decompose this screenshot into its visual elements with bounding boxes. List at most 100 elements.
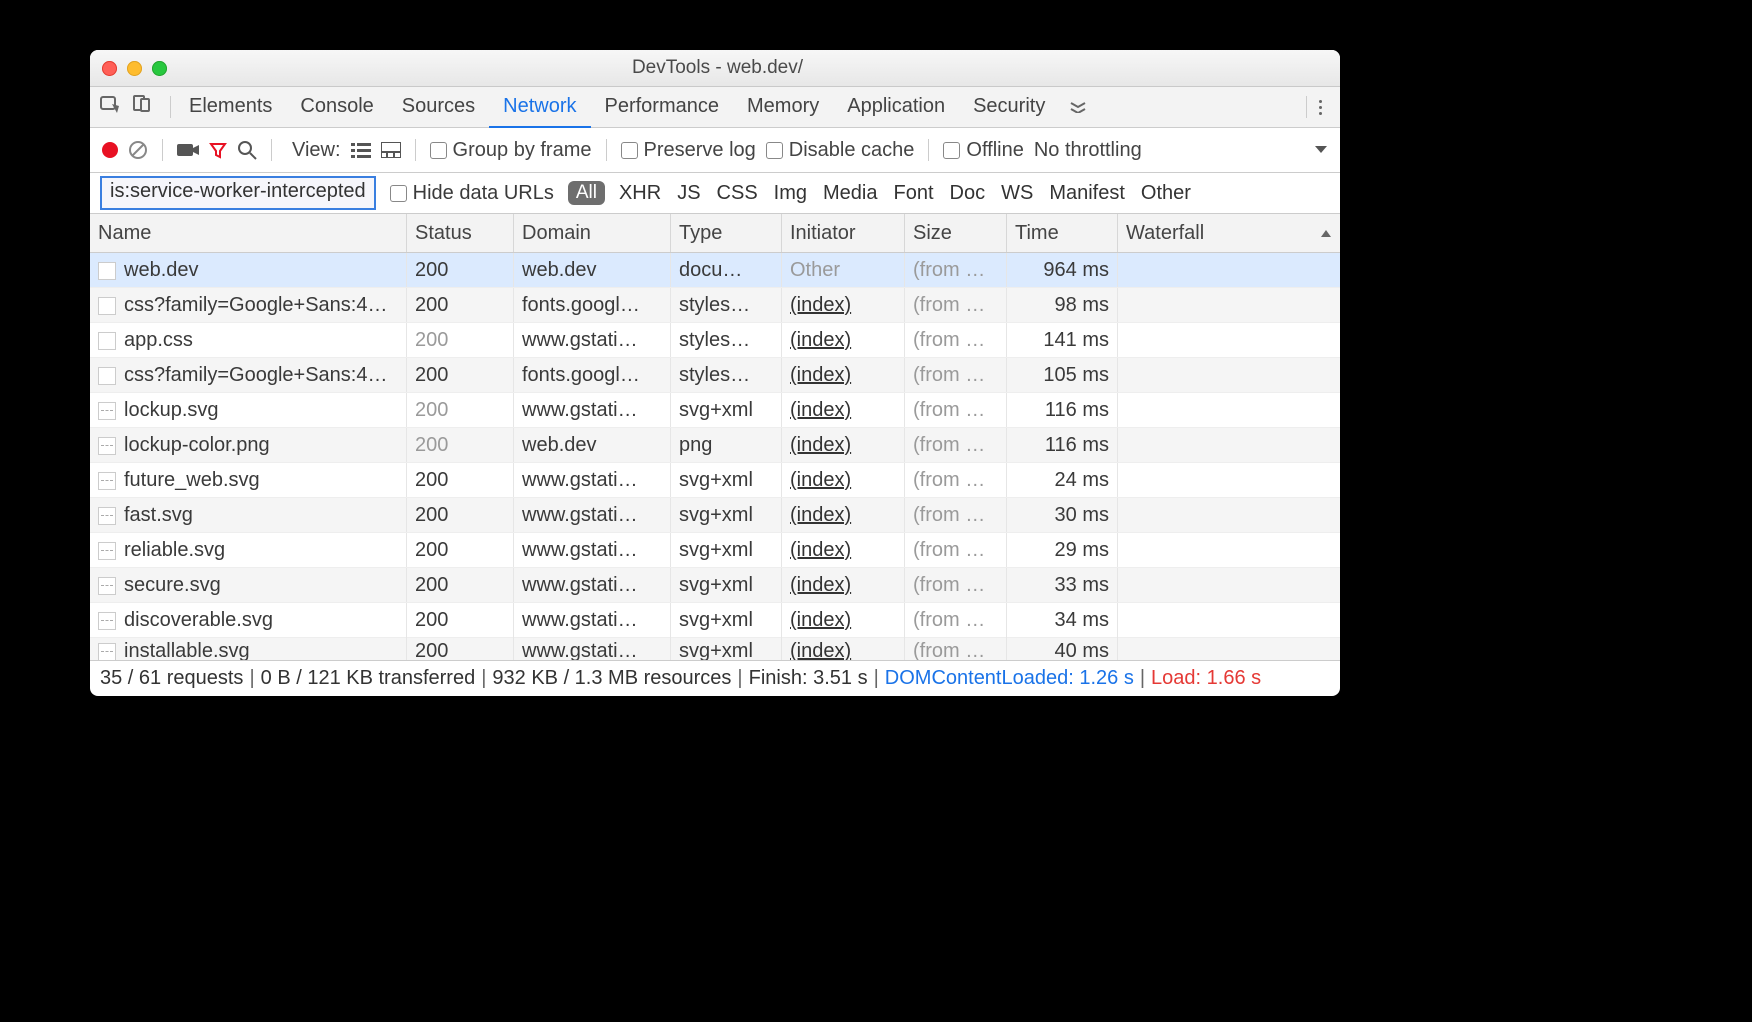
cell-name: future_web.svg bbox=[90, 463, 407, 497]
cell-size: (from … bbox=[905, 568, 1007, 602]
filter-type-all[interactable]: All bbox=[568, 181, 605, 205]
column-initiator[interactable]: Initiator bbox=[782, 214, 905, 252]
zoom-icon[interactable] bbox=[152, 61, 167, 76]
tab-performance[interactable]: Performance bbox=[591, 86, 734, 128]
cell-type: styles… bbox=[671, 358, 782, 392]
tab-sources[interactable]: Sources bbox=[388, 86, 489, 128]
filter-input[interactable]: is:service-worker-intercepted bbox=[100, 176, 376, 210]
cell-initiator[interactable]: (index) bbox=[782, 463, 905, 497]
preserve-log-label: Preserve log bbox=[644, 139, 756, 162]
inspect-element-icon[interactable] bbox=[100, 94, 122, 120]
mac-titlebar[interactable]: DevTools - web.dev/ bbox=[90, 50, 1340, 87]
cell-initiator[interactable]: (index) bbox=[782, 288, 905, 322]
filter-type-xhr[interactable]: XHR bbox=[619, 182, 661, 205]
filter-type-font[interactable]: Font bbox=[893, 182, 933, 205]
filter-type-doc[interactable]: Doc bbox=[950, 182, 986, 205]
cell-initiator[interactable]: (index) bbox=[782, 393, 905, 427]
minimize-icon[interactable] bbox=[127, 61, 142, 76]
table-row[interactable]: css?family=Google+Sans:4…200fonts.googl…… bbox=[90, 288, 1340, 323]
cell-status: 200 bbox=[407, 393, 514, 427]
cell-initiator[interactable]: (index) bbox=[782, 533, 905, 567]
hide-data-urls-checkbox[interactable]: Hide data URLs bbox=[390, 182, 554, 205]
cell-time: 116 ms bbox=[1007, 393, 1118, 427]
table-row[interactable]: lockup-color.png200web.devpng(index)(fro… bbox=[90, 428, 1340, 463]
cell-initiator[interactable]: (index) bbox=[782, 358, 905, 392]
tab-security[interactable]: Security bbox=[959, 86, 1059, 128]
table-row[interactable]: css?family=Google+Sans:4…200fonts.googl…… bbox=[90, 358, 1340, 393]
column-type[interactable]: Type bbox=[671, 214, 782, 252]
throttling-select[interactable]: No throttling bbox=[1034, 139, 1142, 162]
tab-application[interactable]: Application bbox=[833, 86, 959, 128]
cell-status: 200 bbox=[407, 253, 514, 287]
table-row[interactable]: web.dev200web.devdocu…Other(from …964 ms bbox=[90, 253, 1340, 288]
table-row[interactable]: reliable.svg200www.gstati…svg+xml(index)… bbox=[90, 533, 1340, 568]
cell-initiator[interactable]: (index) bbox=[782, 498, 905, 532]
divider bbox=[1306, 96, 1307, 118]
filter-type-other[interactable]: Other bbox=[1141, 182, 1191, 205]
screenshot-capture-icon[interactable] bbox=[177, 142, 199, 158]
cell-name: fast.svg bbox=[90, 498, 407, 532]
cell-initiator[interactable]: (index) bbox=[782, 323, 905, 357]
offline-checkbox[interactable]: Offline bbox=[943, 139, 1023, 162]
cell-status: 200 bbox=[407, 463, 514, 497]
more-tabs-icon[interactable] bbox=[1059, 96, 1097, 119]
column-status[interactable]: Status bbox=[407, 214, 514, 252]
filter-icon[interactable] bbox=[209, 141, 227, 159]
clear-icon[interactable] bbox=[128, 140, 148, 160]
cell-domain: web.dev bbox=[514, 428, 671, 462]
search-icon[interactable] bbox=[237, 140, 257, 160]
column-waterfall[interactable]: Waterfall bbox=[1118, 214, 1340, 252]
table-row[interactable]: lockup.svg200www.gstati…svg+xml(index)(f… bbox=[90, 393, 1340, 428]
main-menu-icon[interactable] bbox=[1311, 100, 1330, 115]
large-rows-icon[interactable] bbox=[351, 142, 371, 158]
cell-status: 200 bbox=[407, 428, 514, 462]
cell-status: 200 bbox=[407, 634, 514, 660]
record-icon[interactable] bbox=[102, 142, 118, 158]
filter-type-css[interactable]: CSS bbox=[717, 182, 758, 205]
filter-type-media[interactable]: Media bbox=[823, 182, 877, 205]
tab-network[interactable]: Network bbox=[489, 86, 590, 128]
close-icon[interactable] bbox=[102, 61, 117, 76]
filter-type-js[interactable]: JS bbox=[677, 182, 700, 205]
cell-domain: fonts.googl… bbox=[514, 358, 671, 392]
column-time[interactable]: Time bbox=[1007, 214, 1118, 252]
cell-domain: www.gstati… bbox=[514, 323, 671, 357]
preserve-log-checkbox[interactable]: Preserve log bbox=[621, 139, 756, 162]
tab-elements[interactable]: Elements bbox=[175, 86, 286, 128]
filter-type-img[interactable]: Img bbox=[774, 182, 807, 205]
view-label: View: bbox=[292, 139, 341, 162]
cell-name: installable.svg bbox=[90, 634, 407, 660]
filter-type-ws[interactable]: WS bbox=[1001, 182, 1033, 205]
table-row[interactable]: app.css200www.gstati…styles…(index)(from… bbox=[90, 323, 1340, 358]
cell-domain: www.gstati… bbox=[514, 603, 671, 637]
column-domain[interactable]: Domain bbox=[514, 214, 671, 252]
cell-initiator[interactable]: (index) bbox=[782, 568, 905, 602]
cell-initiator: Other bbox=[782, 253, 905, 287]
status-load: Load: 1.66 s bbox=[1151, 667, 1261, 690]
overview-icon[interactable] bbox=[381, 142, 401, 158]
status-requests: 35 / 61 requests bbox=[100, 667, 243, 690]
tab-memory[interactable]: Memory bbox=[733, 86, 833, 128]
table-row[interactable]: future_web.svg200www.gstati…svg+xml(inde… bbox=[90, 463, 1340, 498]
column-size[interactable]: Size bbox=[905, 214, 1007, 252]
filter-type-manifest[interactable]: Manifest bbox=[1049, 182, 1125, 205]
table-row[interactable]: installable.svg200www.gstati…svg+xml(ind… bbox=[90, 638, 1340, 660]
table-row[interactable]: secure.svg200www.gstati…svg+xml(index)(f… bbox=[90, 568, 1340, 603]
cell-initiator[interactable]: (index) bbox=[782, 634, 905, 660]
cell-name: discoverable.svg bbox=[90, 603, 407, 637]
hide-data-urls-label: Hide data URLs bbox=[413, 182, 554, 205]
cell-initiator[interactable]: (index) bbox=[782, 603, 905, 637]
table-row[interactable]: fast.svg200www.gstati…svg+xml(index)(fro… bbox=[90, 498, 1340, 533]
group-by-frame-checkbox[interactable]: Group by frame bbox=[430, 139, 592, 162]
device-toolbar-icon[interactable] bbox=[132, 94, 152, 120]
group-by-frame-label: Group by frame bbox=[453, 139, 592, 162]
cell-type: svg+xml bbox=[671, 568, 782, 602]
cell-time: 24 ms bbox=[1007, 463, 1118, 497]
dropdown-caret-icon[interactable] bbox=[1314, 145, 1328, 155]
cell-size: (from … bbox=[905, 498, 1007, 532]
tab-console[interactable]: Console bbox=[286, 86, 387, 128]
table-row[interactable]: discoverable.svg200www.gstati…svg+xml(in… bbox=[90, 603, 1340, 638]
column-name[interactable]: Name bbox=[90, 214, 407, 252]
disable-cache-checkbox[interactable]: Disable cache bbox=[766, 139, 915, 162]
cell-initiator[interactable]: (index) bbox=[782, 428, 905, 462]
